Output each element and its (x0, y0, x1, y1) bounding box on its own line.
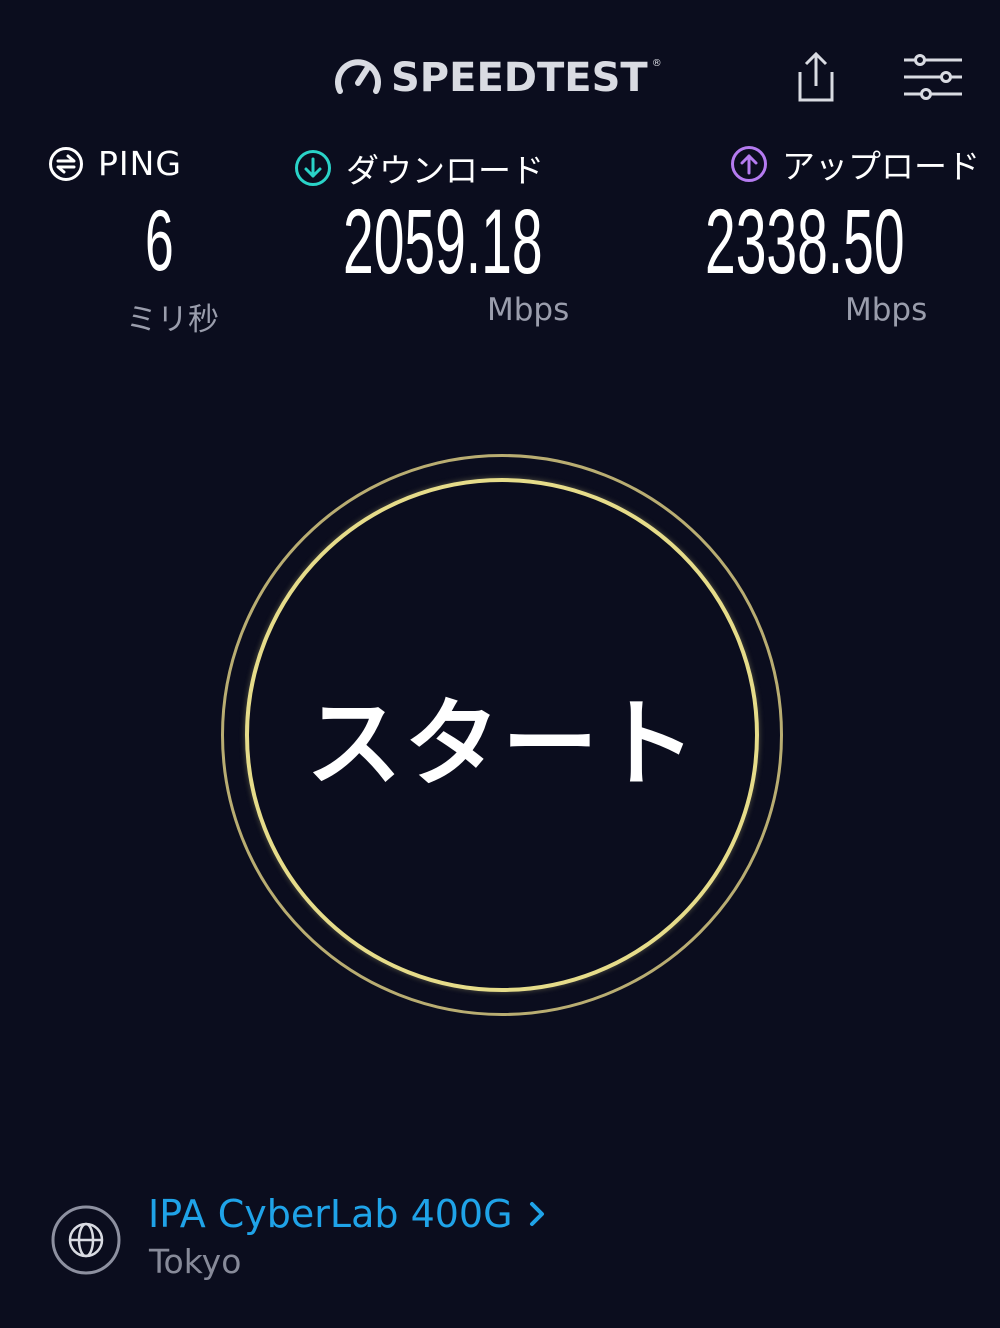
share-icon (798, 51, 834, 102)
upload-label: アップロード (730, 140, 980, 188)
logo-trademark: ® (651, 58, 662, 69)
ping-label: PING (48, 144, 182, 183)
speedometer-icon (335, 59, 381, 94)
download-unit: Mbps (487, 292, 570, 328)
download-label: ダウンロード (294, 144, 544, 192)
settings-button[interactable] (898, 52, 968, 102)
upload-label-text: アップロード (782, 147, 980, 186)
settings-sliders-icon (904, 54, 962, 100)
start-button-label: スタート (306, 687, 698, 800)
globe-icon (51, 1205, 121, 1275)
server-globe-button[interactable] (50, 1204, 122, 1276)
chevron-right-icon (529, 1202, 544, 1226)
ping-value: 6 (145, 193, 174, 289)
ping-unit: ミリ秒 (126, 302, 219, 338)
share-button[interactable] (790, 48, 842, 104)
logo-text: SPEEDTEST (391, 55, 648, 101)
ping-label-text: PING (98, 144, 182, 183)
download-label-text: ダウンロード (346, 151, 544, 190)
server-name-link[interactable]: IPA CyberLab 400G (148, 1192, 547, 1236)
server-location: Tokyo (149, 1242, 242, 1281)
download-arrow-icon (295, 150, 331, 186)
server-name: IPA CyberLab 400G (148, 1192, 513, 1236)
ping-icon (49, 146, 83, 181)
upload-arrow-icon (731, 146, 767, 182)
start-button[interactable]: スタート (221, 454, 783, 1016)
upload-unit: Mbps (845, 292, 928, 328)
download-value: 2059.18 (343, 191, 543, 293)
upload-value: 2338.50 (705, 191, 905, 293)
speedtest-logo: SPEEDTEST ® (333, 52, 662, 104)
